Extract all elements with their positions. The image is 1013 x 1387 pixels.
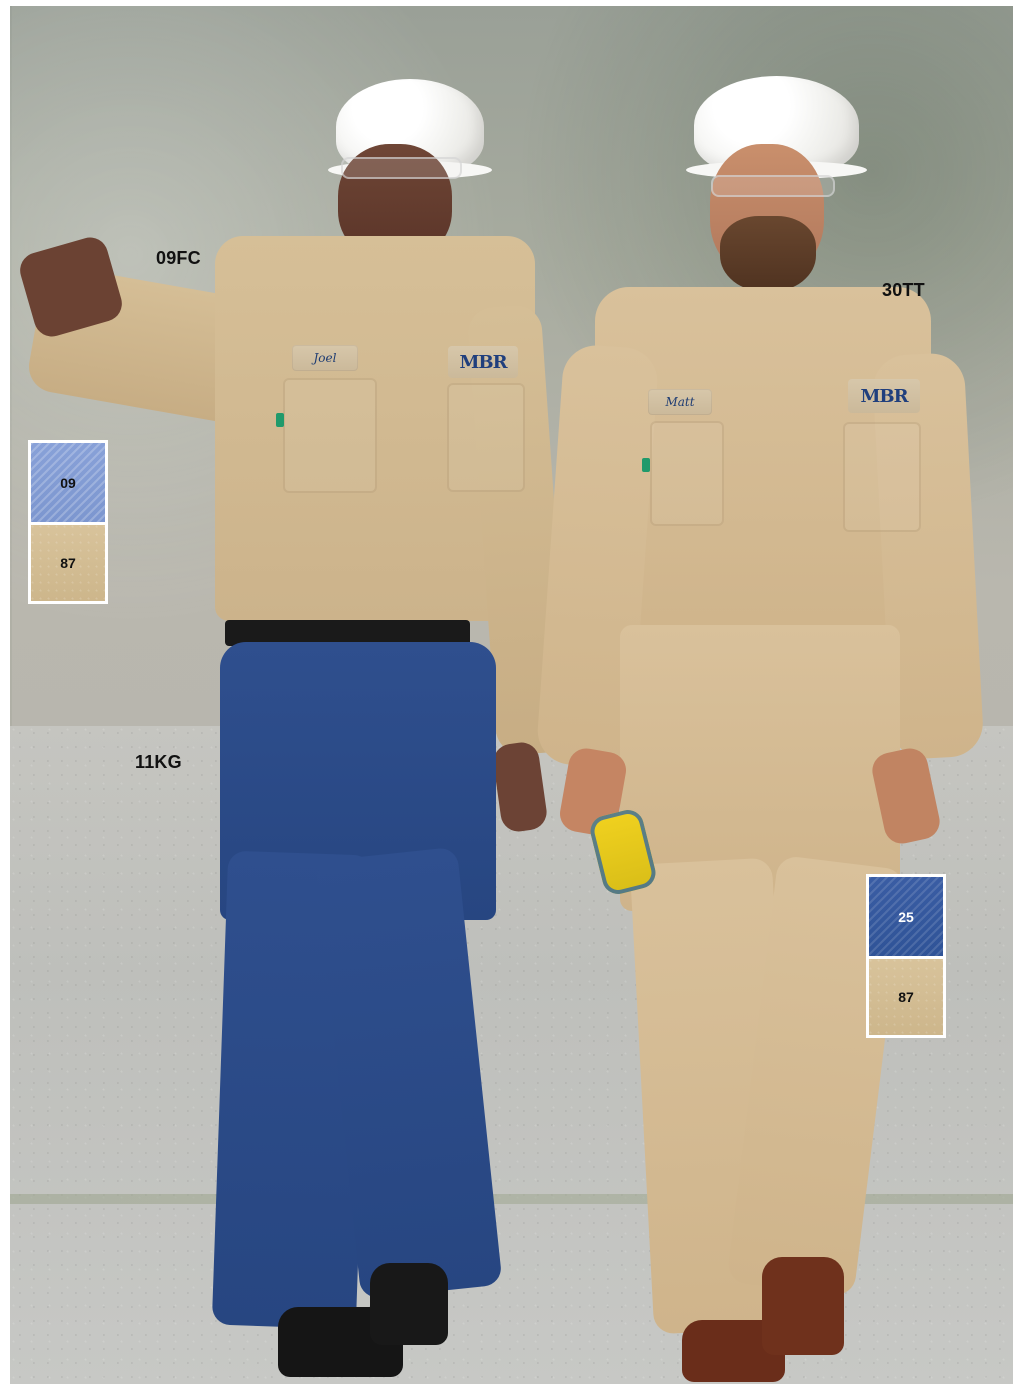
right-name-patch: Matt [648, 389, 712, 415]
workwear-photo: Joel MBR Matt MBR [10, 6, 1013, 1384]
right-swatch-group: 25 87 [866, 874, 946, 1038]
right-person: Matt MBR [10, 6, 1013, 1384]
right-beard [720, 216, 816, 292]
right-swatch-87: 87 [869, 956, 943, 1035]
right-logo-mark: MBR [860, 385, 908, 407]
right-pocket-right [843, 422, 921, 532]
left-swatch-group: 09 87 [28, 440, 108, 604]
right-swatch-25: 25 [869, 877, 943, 956]
right-name-text: Matt [665, 395, 695, 409]
right-coverall-tag [642, 458, 650, 472]
page-root: Joel MBR Matt MBR 09FC 11KG 30TT 09 87 2… [0, 0, 1013, 1387]
left-swatch-09-label: 09 [60, 474, 76, 491]
label-jeans-style: 11KG [135, 752, 182, 772]
left-swatch-09: 09 [31, 443, 105, 522]
left-swatch-87: 87 [31, 522, 105, 601]
right-swatch-87-label: 87 [898, 989, 914, 1005]
right-boot-right [762, 1257, 844, 1355]
label-coverall-style: 30TT [882, 280, 925, 300]
right-swatch-25-label: 25 [898, 908, 914, 925]
right-pocket-left [650, 421, 724, 526]
right-logo-patch: MBR [848, 379, 920, 413]
right-glasses [711, 175, 835, 197]
left-swatch-87-label: 87 [60, 555, 76, 571]
label-shirt-style: 09FC [156, 248, 201, 268]
